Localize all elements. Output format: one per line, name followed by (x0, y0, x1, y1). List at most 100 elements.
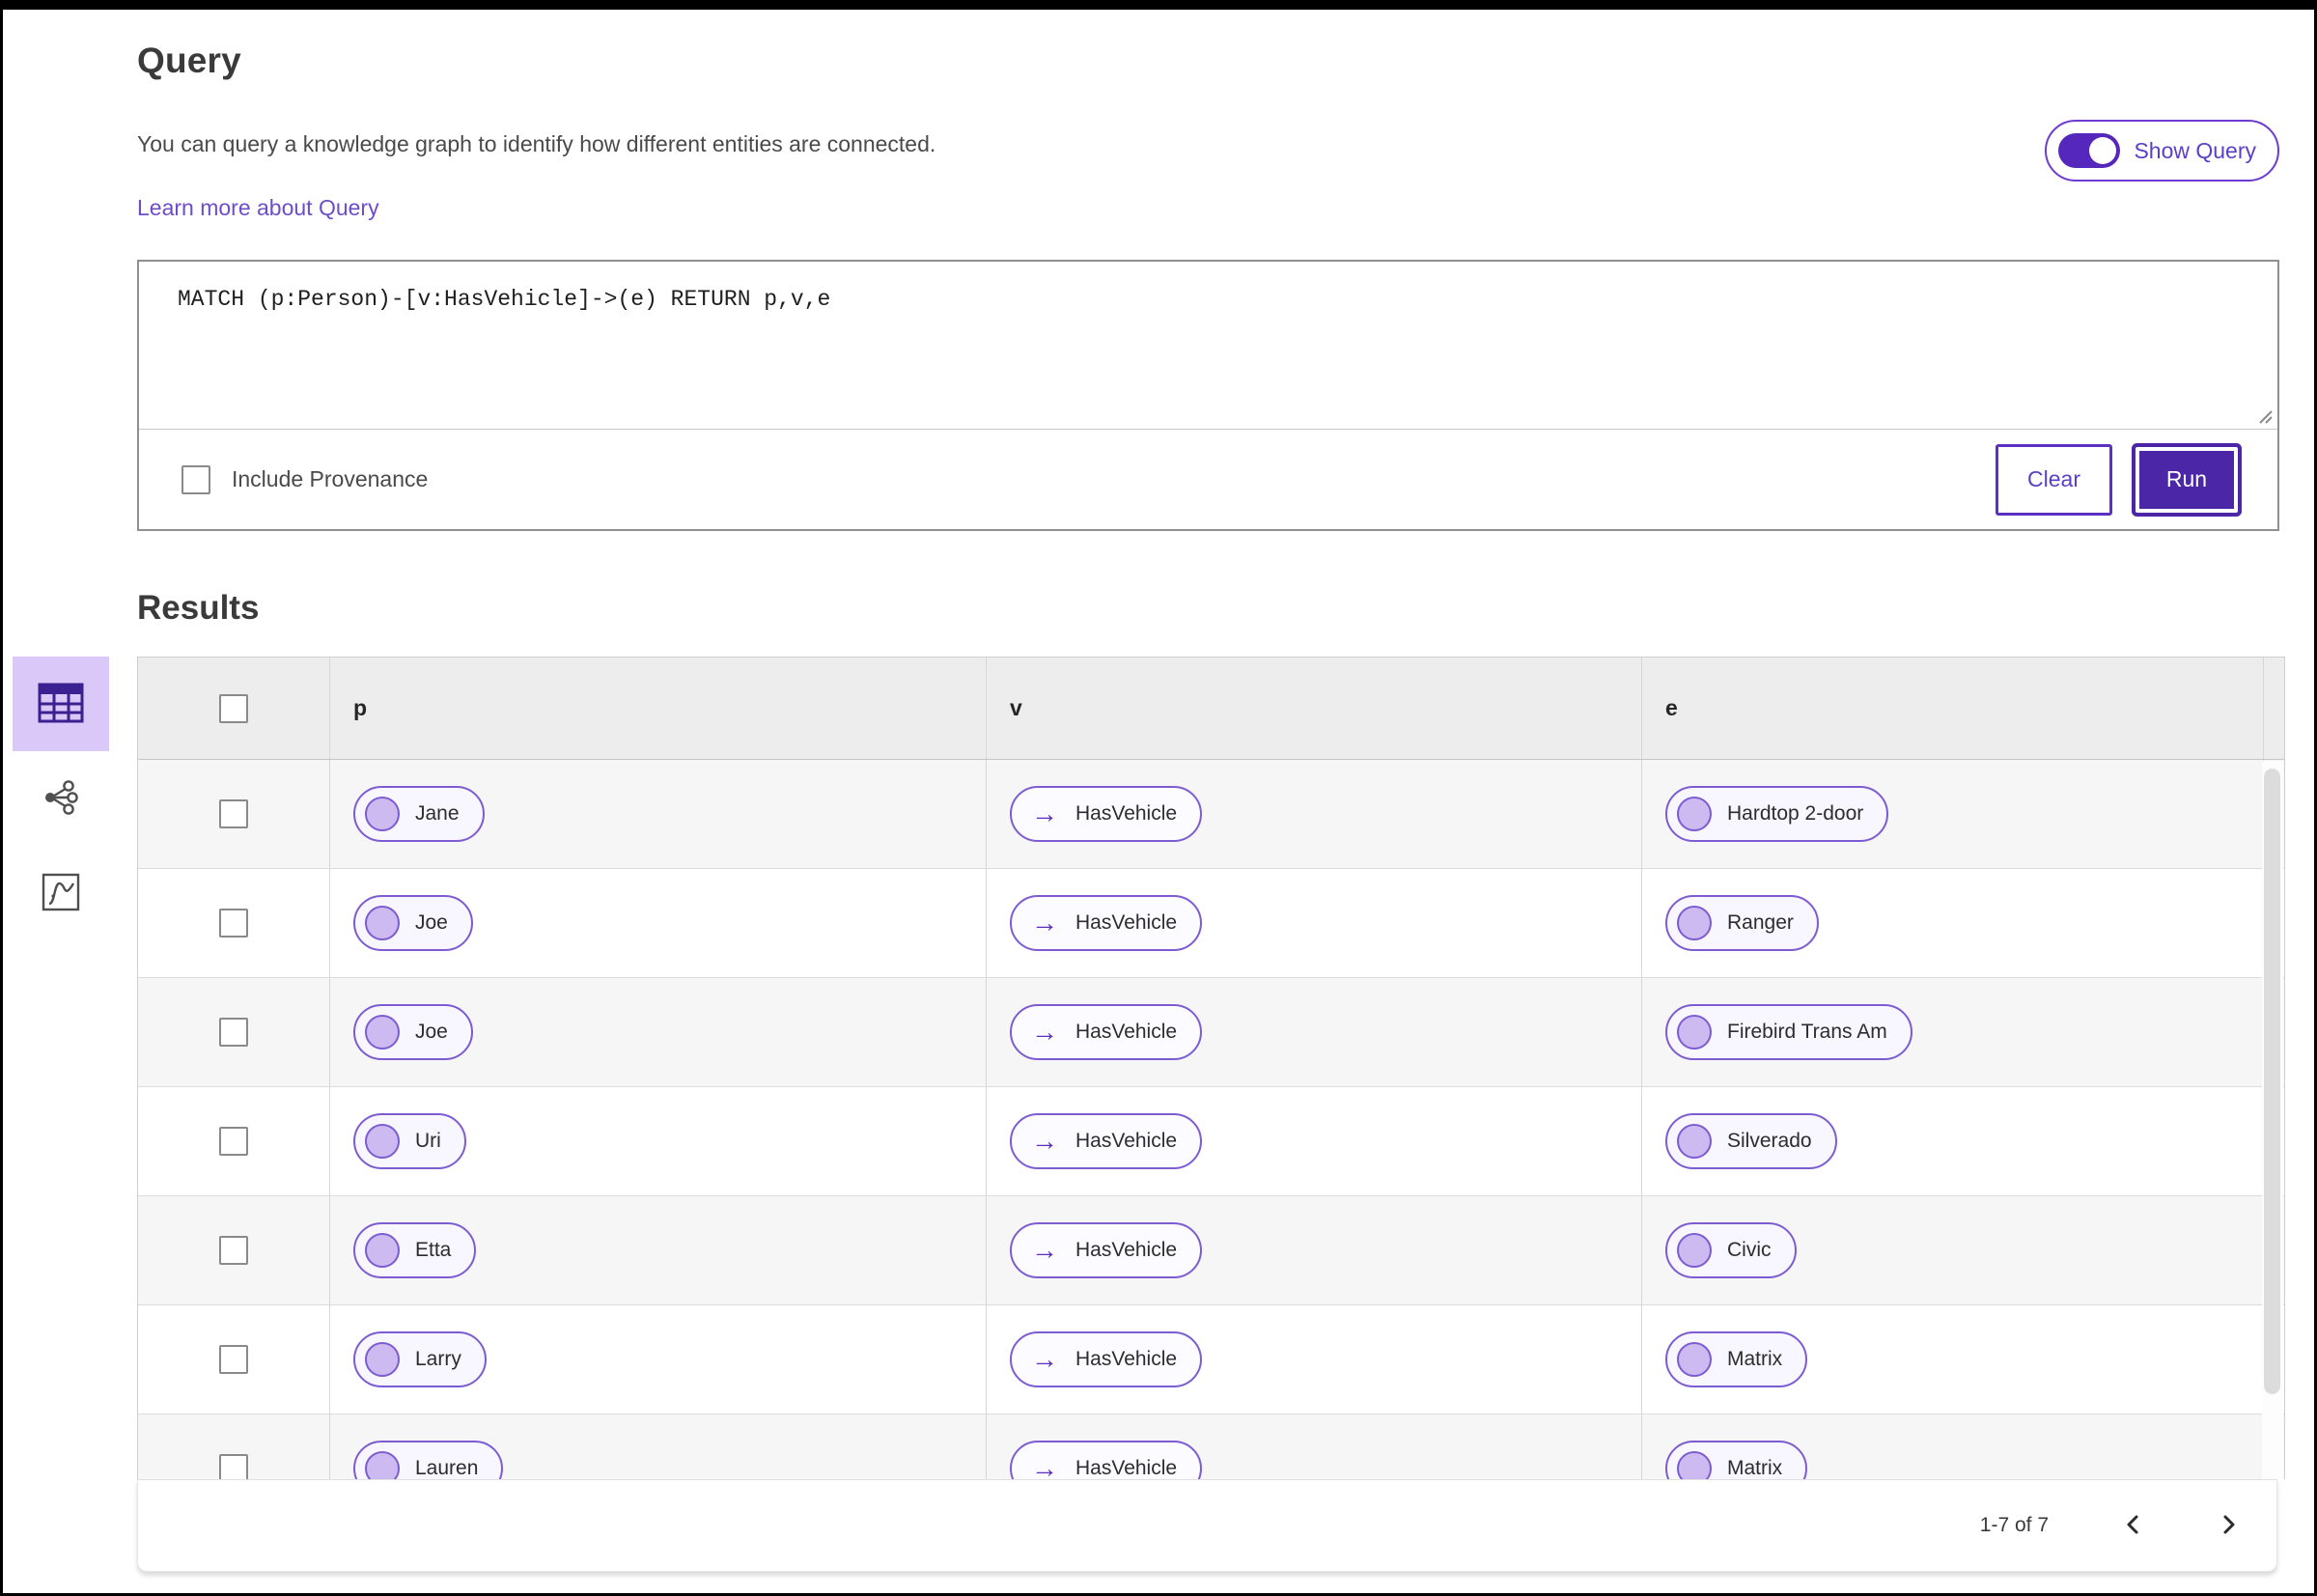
row-check-cell (138, 869, 329, 977)
chip-label: Ranger (1727, 911, 1794, 934)
entity-chip[interactable]: Lauren (353, 1441, 504, 1479)
table-row: Joe → HasVehicle Ranger (138, 869, 2284, 978)
column-header-v[interactable]: v (986, 658, 1641, 759)
chip-label: HasVehicle (1075, 1239, 1178, 1261)
edge-arrow-icon: → (1031, 1344, 1058, 1374)
next-page-button[interactable] (2219, 1513, 2238, 1539)
run-button[interactable]: Run (2136, 446, 2238, 513)
prev-page-button[interactable] (2124, 1513, 2143, 1539)
entity-chip[interactable]: Civic (1665, 1222, 1797, 1278)
scrollbar-thumb[interactable] (2264, 769, 2280, 1394)
entity-chip[interactable]: Silverado (1665, 1113, 1837, 1169)
chip-label: Uri (415, 1130, 441, 1152)
entity-chip[interactable]: Hardtop 2-door (1665, 786, 1889, 842)
query-editor[interactable]: MATCH (p:Person)-[v:HasVehicle]->(e) RET… (139, 262, 2277, 430)
row-checkbox[interactable] (219, 1018, 248, 1047)
entity-node-icon (365, 906, 400, 940)
include-provenance-checkbox[interactable] (181, 464, 210, 494)
toggle-switch-icon[interactable] (2058, 133, 2121, 168)
entity-chip[interactable]: Firebird Trans Am (1665, 1004, 1912, 1060)
table-body: Jane → HasVehicle Hardtop 2-door Joe → HasVehi… (138, 760, 2284, 1479)
v-cell: → HasVehicle (986, 978, 1641, 1086)
select-all-checkbox[interactable] (219, 693, 248, 723)
entity-chip[interactable]: Etta (353, 1222, 477, 1278)
entity-chip[interactable]: Joe (353, 895, 473, 951)
edge-arrow-icon: → (1031, 908, 1058, 938)
table-row: Jane → HasVehicle Hardtop 2-door (138, 760, 2284, 869)
entity-chip[interactable]: Uri (353, 1113, 466, 1169)
page-title: Query (137, 41, 241, 80)
chevron-left-icon (2124, 1513, 2143, 1539)
results-table: p v e Jane → HasVehicle Hardtop 2-door Joe → H… (137, 657, 2285, 1479)
graph-view-icon (42, 779, 79, 819)
edge-chip[interactable]: → HasVehicle (1010, 1113, 1203, 1169)
header-pad-cell (2263, 658, 2284, 759)
edge-chip[interactable]: → HasVehicle (1010, 1004, 1203, 1060)
show-query-toggle[interactable]: Show Query (2045, 120, 2279, 182)
entity-chip[interactable]: Ranger (1665, 895, 1819, 951)
chip-label: HasVehicle (1075, 1021, 1178, 1043)
edge-arrow-icon: → (1031, 798, 1058, 828)
e-cell: Ranger (1641, 869, 2263, 977)
view-tab-table[interactable] (13, 657, 109, 751)
row-checkbox[interactable] (219, 1454, 248, 1479)
learn-more-link[interactable]: Learn more about Query (137, 195, 379, 221)
v-cell: → HasVehicle (986, 869, 1641, 977)
entity-chip[interactable]: Matrix (1665, 1331, 1808, 1387)
results-section: p v e Jane → HasVehicle Hardtop 2-door Joe → H… (3, 657, 2314, 1572)
chip-label: Matrix (1727, 1457, 1783, 1479)
entity-chip[interactable]: Jane (353, 786, 485, 842)
entity-chip[interactable]: Joe (353, 1004, 473, 1060)
description-row: You can query a knowledge graph to ident… (137, 120, 2279, 182)
row-checkbox[interactable] (219, 909, 248, 938)
v-cell: → HasVehicle (986, 1196, 1641, 1304)
pagination-range: 1-7 of 7 (1979, 1514, 2049, 1536)
chip-label: HasVehicle (1075, 1457, 1178, 1479)
results-table-area: p v e Jane → HasVehicle Hardtop 2-door Joe → H… (137, 657, 2285, 1572)
edge-chip[interactable]: → HasVehicle (1010, 786, 1203, 842)
p-cell: Jane (329, 760, 986, 868)
table-row: Joe → HasVehicle Firebird Trans Am (138, 978, 2284, 1087)
entity-node-icon (365, 1342, 400, 1377)
v-cell: → HasVehicle (986, 1087, 1641, 1195)
p-cell: Joe (329, 978, 986, 1086)
row-checkbox[interactable] (219, 799, 248, 828)
edge-chip[interactable]: → HasVehicle (1010, 1222, 1203, 1278)
chip-label: Firebird Trans Am (1727, 1021, 1887, 1043)
include-provenance-label: Include Provenance (232, 466, 429, 491)
column-header-e[interactable]: e (1641, 658, 2263, 759)
row-checkbox[interactable] (219, 1236, 248, 1265)
e-cell: Matrix (1641, 1414, 2263, 1479)
resize-handle-icon[interactable] (2255, 406, 2273, 424)
clear-button[interactable]: Clear (1996, 443, 2112, 516)
p-cell: Larry (329, 1305, 986, 1414)
entity-chip[interactable]: Larry (353, 1331, 487, 1387)
edge-chip[interactable]: → HasVehicle (1010, 895, 1203, 951)
v-cell: → HasVehicle (986, 760, 1641, 868)
view-tab-chart[interactable] (13, 846, 109, 940)
row-check-cell (138, 1305, 329, 1414)
results-view-rail (13, 657, 109, 940)
table-scrollbar[interactable] (2262, 761, 2283, 1479)
chip-label: Lauren (415, 1457, 479, 1479)
entity-node-icon (365, 1124, 400, 1159)
query-text[interactable]: MATCH (p:Person)-[v:HasVehicle]->(e) RET… (178, 287, 830, 312)
edge-chip[interactable]: → HasVehicle (1010, 1441, 1203, 1479)
v-cell: → HasVehicle (986, 1305, 1641, 1414)
chip-label: Silverado (1727, 1130, 1812, 1152)
row-checkbox[interactable] (219, 1345, 248, 1374)
column-header-p[interactable]: p (329, 658, 986, 759)
entity-chip[interactable]: Matrix (1665, 1441, 1808, 1479)
entity-node-icon (365, 797, 400, 831)
include-provenance-option[interactable]: Include Provenance (181, 464, 429, 494)
edge-arrow-icon: → (1031, 1235, 1058, 1265)
edge-chip[interactable]: → HasVehicle (1010, 1331, 1203, 1387)
query-panel: MATCH (p:Person)-[v:HasVehicle]->(e) RET… (137, 260, 2279, 531)
chip-label: HasVehicle (1075, 1348, 1178, 1370)
table-row: Uri → HasVehicle Silverado (138, 1087, 2284, 1196)
row-checkbox[interactable] (219, 1127, 248, 1156)
chip-label: Etta (415, 1239, 452, 1261)
chip-label: HasVehicle (1075, 802, 1178, 825)
app-window: Query You can query a knowledge graph to… (0, 0, 2317, 1596)
view-tab-graph[interactable] (13, 751, 109, 846)
